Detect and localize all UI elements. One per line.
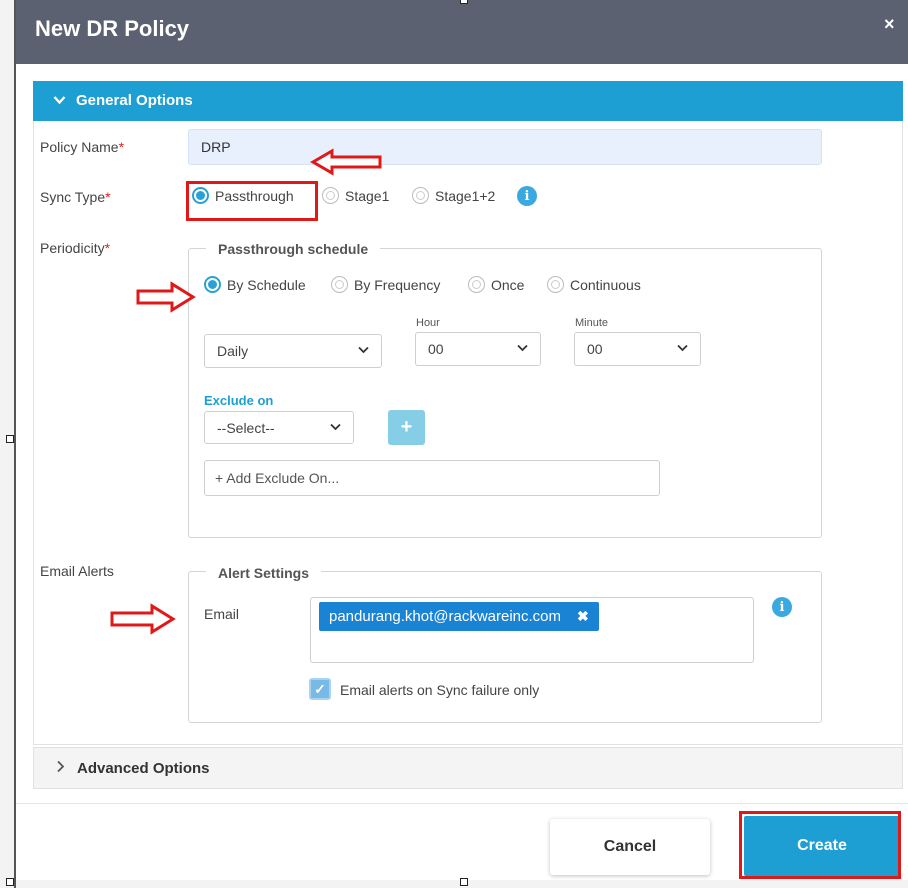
general-options-label: General Options [76, 92, 193, 109]
radio-unselected-icon [331, 276, 348, 293]
remove-email-icon[interactable]: ✖ [577, 608, 589, 625]
hour-select[interactable]: 00 [415, 332, 541, 366]
policy-name-input[interactable]: DRP [188, 129, 822, 165]
annotation-arrow-left [310, 148, 382, 176]
add-exclude-button[interactable]: + [388, 410, 425, 445]
annotation-arrow-right [136, 281, 196, 313]
email-chip: pandurang.khot@rackwareinc.com ✖ [319, 602, 599, 631]
radio-unselected-icon [468, 276, 485, 293]
annotation-box-passthrough [186, 181, 318, 221]
periodicity-label: Periodicity* [40, 240, 111, 256]
continuous-radio[interactable]: Continuous [547, 276, 641, 293]
general-options-header[interactable]: General Options [33, 81, 903, 121]
close-icon[interactable]: × [884, 14, 895, 35]
advanced-options-header[interactable]: Advanced Options [33, 747, 903, 789]
exclude-on-label: Exclude on [204, 393, 274, 408]
annotation-box-create [739, 811, 901, 879]
resize-handle-bottom-left[interactable] [6, 878, 14, 886]
chevron-down-icon [358, 345, 369, 357]
policy-name-label: Policy Name* [40, 139, 125, 155]
email-tags-input[interactable]: pandurang.khot@rackwareinc.com ✖ [310, 597, 754, 663]
email-label: Email [204, 606, 240, 622]
dialog-title: New DR Policy [35, 16, 190, 41]
sync-failure-only-label: Email alerts on Sync failure only [340, 682, 540, 698]
minute-label: Minute [575, 317, 609, 329]
minute-select[interactable]: 00 [574, 332, 701, 366]
alert-settings-legend: Alert Settings [206, 565, 322, 581]
sync-type-label: Sync Type* [40, 189, 111, 205]
radio-selected-icon [204, 276, 221, 293]
resize-handle-bottom[interactable] [460, 878, 468, 886]
resize-handle-left[interactable] [6, 435, 14, 443]
chevron-down-icon [517, 343, 528, 355]
sync-type-info-icon[interactable]: i [517, 186, 537, 206]
email-info-icon[interactable]: i [772, 597, 792, 617]
footer-divider [16, 803, 908, 804]
cancel-button[interactable]: Cancel [550, 819, 710, 875]
by-schedule-radio[interactable]: By Schedule [204, 276, 306, 293]
chevron-right-icon [56, 760, 65, 776]
once-radio[interactable]: Once [468, 276, 524, 293]
radio-unselected-icon [322, 187, 339, 204]
resize-handle-top[interactable] [460, 0, 468, 4]
sync-failure-only-checkbox[interactable]: ✓ [309, 678, 331, 700]
by-frequency-radio[interactable]: By Frequency [331, 276, 440, 293]
annotation-arrow-right [110, 603, 176, 635]
sync-type-stage1-radio[interactable]: Stage1 [322, 187, 389, 204]
hour-label: Hour [416, 317, 440, 329]
chevron-down-icon [53, 93, 66, 108]
radio-unselected-icon [412, 187, 429, 204]
exclude-on-select[interactable]: --Select-- [204, 411, 354, 444]
chevron-down-icon [677, 343, 688, 355]
add-exclude-input[interactable]: + Add Exclude On... [204, 460, 660, 496]
email-alerts-label: Email Alerts [40, 563, 114, 579]
frequency-select[interactable]: Daily [204, 334, 382, 368]
sync-type-stage1-2-radio[interactable]: Stage1+2 [412, 187, 495, 204]
radio-unselected-icon [547, 276, 564, 293]
advanced-options-label: Advanced Options [77, 760, 210, 777]
passthrough-schedule-legend: Passthrough schedule [206, 241, 381, 257]
chevron-down-icon [330, 422, 341, 434]
